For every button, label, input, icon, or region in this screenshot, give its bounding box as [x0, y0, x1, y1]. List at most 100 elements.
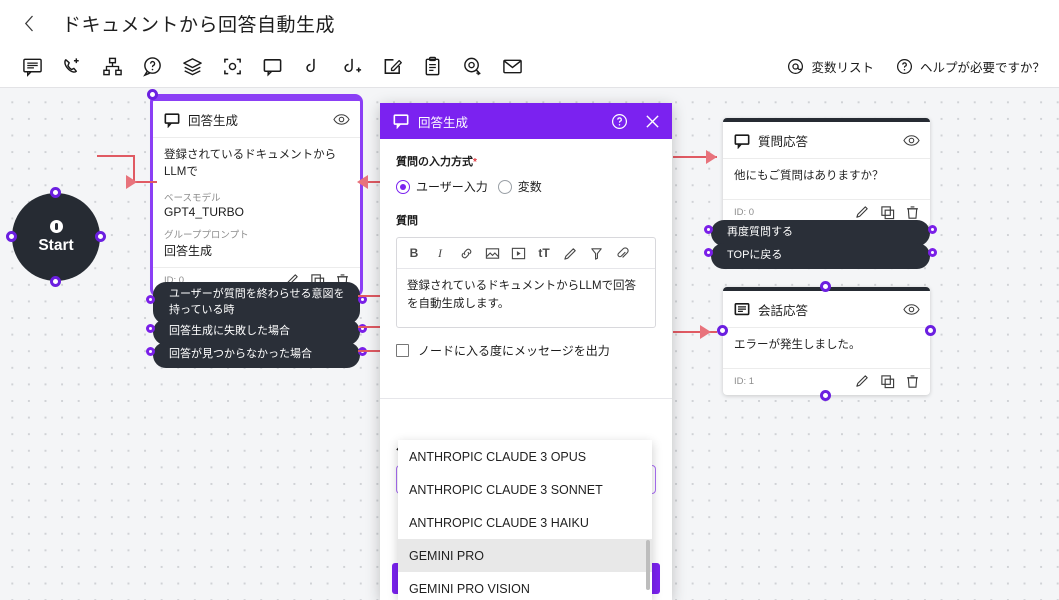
eye-icon[interactable] [903, 303, 920, 316]
node-body: 他にもご質問はありますか？ [723, 159, 930, 199]
start-handle-bottom[interactable] [50, 276, 61, 287]
modal-close-button[interactable] [643, 112, 662, 131]
clear-format-icon[interactable] [583, 242, 609, 264]
dropdown-option[interactable]: ANTHROPIC CLAUDE 3 OPUS [398, 440, 652, 473]
hook-icon[interactable] [300, 54, 324, 78]
pill-handle-right[interactable] [928, 248, 937, 257]
pill-handle-left[interactable] [704, 225, 713, 234]
node-id-label: ID: 1 [734, 376, 845, 387]
checkbox-indicator [396, 344, 409, 357]
start-node[interactable]: Start [12, 193, 100, 281]
edit-icon[interactable] [855, 205, 870, 220]
toolbar-icon-group [20, 44, 524, 88]
action-pill-2[interactable]: TOPに戻る [711, 243, 930, 269]
node-toolbar: 変数リスト ヘルプが必要ですか？ [0, 44, 1059, 88]
node-field-value-base-model: GPT4_TURBO [164, 205, 349, 219]
pill-handle-left[interactable] [146, 295, 155, 304]
eye-icon[interactable] [903, 134, 920, 147]
node1-handle-topleft[interactable] [147, 89, 158, 100]
layers-icon[interactable] [180, 54, 204, 78]
base-model-dropdown[interactable]: ANTHROPIC CLAUDE 3 OPUS ANTHROPIC CLAUDE… [398, 440, 652, 600]
variable-list-button[interactable]: 変数リスト [787, 57, 874, 76]
required-mark: * [473, 157, 477, 168]
modal-header: 回答生成 [380, 103, 672, 139]
text-size-icon[interactable]: tT [531, 242, 557, 264]
message-icon[interactable] [20, 54, 44, 78]
condition-pill-label: 回答生成に失敗した場合 [169, 325, 290, 337]
chevron-left-icon [24, 15, 35, 32]
message-node-icon [734, 302, 750, 318]
hook-plus-icon[interactable] [340, 54, 364, 78]
node-header: 回答生成 [153, 101, 360, 138]
edge-start-arrow [126, 175, 137, 189]
node-conversation-response[interactable]: 会話応答 エラーが発生しました。 ID: 1 [723, 287, 930, 395]
at-sign-icon [787, 58, 804, 75]
zoom-search-icon[interactable] [460, 54, 484, 78]
output-message-checkbox-row[interactable]: ノードに入る度にメッセージを出力 [396, 342, 656, 359]
condition-pill-3[interactable]: 回答が見つからなかった場合 [153, 342, 360, 368]
mail-icon[interactable] [500, 54, 524, 78]
start-handle-left[interactable] [6, 231, 17, 242]
chat-icon[interactable] [260, 54, 284, 78]
question-icon[interactable] [140, 54, 164, 78]
back-button[interactable] [18, 12, 40, 34]
dropdown-option[interactable]: GEMINI PRO VISION [398, 572, 652, 600]
node-title: 質問応答 [758, 131, 895, 150]
chat-node-icon [734, 133, 750, 149]
node-answer-generation[interactable]: 回答生成 登録されているドキュメントからLLMで ベースモデル GPT4_TUR… [153, 97, 360, 294]
node3-handle-top[interactable] [820, 281, 831, 292]
eye-icon[interactable] [333, 113, 350, 126]
condition-pill-label: 回答が見つからなかった場合 [169, 348, 312, 360]
radio-variable[interactable]: 変数 [498, 178, 542, 195]
delete-icon[interactable] [905, 374, 920, 389]
scan-icon[interactable] [220, 54, 244, 78]
image-icon[interactable] [479, 242, 505, 264]
delete-icon[interactable] [905, 205, 920, 220]
pill-handle-right[interactable] [928, 225, 937, 234]
pill-handle-left[interactable] [704, 248, 713, 257]
node-body: エラーが発生しました。 [723, 328, 930, 368]
node-description: エラーが発生しました。 [734, 337, 919, 354]
start-handle-right[interactable] [95, 231, 106, 242]
copy-icon[interactable] [880, 205, 895, 220]
node3-handle-bottom[interactable] [820, 390, 831, 401]
input-method-radio-group: ユーザー入力 変数 [396, 178, 656, 195]
attachment-icon[interactable] [609, 242, 635, 264]
italic-icon[interactable]: I [427, 242, 453, 264]
chat-node-icon [164, 112, 180, 128]
modal-title: 回答生成 [418, 112, 596, 131]
help-button[interactable]: ヘルプが必要ですか？ [896, 57, 1045, 76]
action-pill-label: TOPに戻る [727, 249, 782, 261]
edit-document-icon[interactable] [380, 54, 404, 78]
hierarchy-icon[interactable] [100, 54, 124, 78]
edge-node1-in-arrow [357, 175, 368, 189]
pill-handle-left[interactable] [146, 347, 155, 356]
node-header: 会話応答 [723, 291, 930, 328]
pen-icon[interactable] [557, 242, 583, 264]
call-transfer-icon[interactable] [60, 54, 84, 78]
dropdown-scrollbar[interactable] [646, 540, 650, 590]
node-title: 会話応答 [758, 300, 895, 319]
dropdown-option-highlighted[interactable]: GEMINI PRO [398, 539, 652, 572]
node-question-response[interactable]: 質問応答 他にもご質問はありますか？ ID: 0 [723, 118, 930, 226]
link-icon[interactable] [453, 242, 479, 264]
radio-button-indicator [396, 180, 410, 194]
modal-help-button[interactable] [610, 112, 629, 131]
variable-list-label: 変数リスト [811, 57, 874, 76]
condition-pill-1[interactable]: ユーザーが質問を終わらせる意図を持っている時 [153, 282, 360, 324]
node3-handle-right[interactable] [925, 325, 936, 336]
edit-icon[interactable] [855, 374, 870, 389]
node3-handle-left[interactable] [717, 325, 728, 336]
clipboard-icon[interactable] [420, 54, 444, 78]
dropdown-option[interactable]: ANTHROPIC CLAUDE 3 SONNET [398, 473, 652, 506]
question-input[interactable]: 登録されているドキュメントからLLMで回答を自動生成します。 [397, 269, 655, 327]
copy-icon[interactable] [880, 374, 895, 389]
bold-icon[interactable]: B [401, 242, 427, 264]
video-icon[interactable] [505, 242, 531, 264]
start-handle-top[interactable] [50, 187, 61, 198]
radio-user-input[interactable]: ユーザー入力 [396, 178, 488, 195]
dropdown-option[interactable]: ANTHROPIC CLAUDE 3 HAIKU [398, 506, 652, 539]
toolbar-right-group: 変数リスト ヘルプが必要ですか？ [787, 44, 1045, 88]
pill-handle-left[interactable] [146, 324, 155, 333]
node-field-label-base-model: ベースモデル [164, 190, 349, 204]
